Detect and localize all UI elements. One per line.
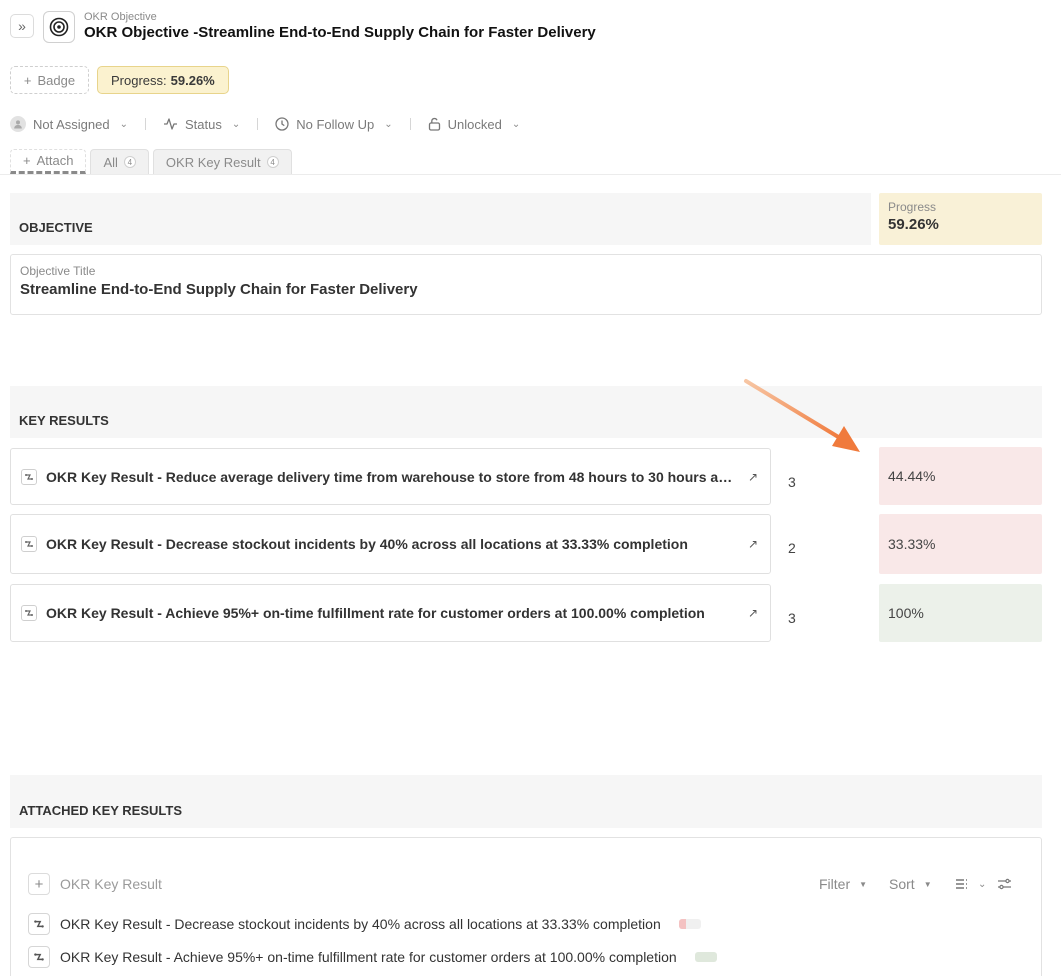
tab-label: OKR Key Result [165, 154, 261, 170]
double-chevron-right-icon: » [18, 18, 26, 34]
tab-label: All [103, 154, 118, 170]
tab-bar: + Attach All 4 OKR Key Result 4 [10, 149, 292, 174]
progress-field-label: Progress [888, 200, 937, 214]
key-result-count: 3 [788, 474, 796, 490]
objective-title-field[interactable]: Objective Title Streamline End-to-End Su… [10, 254, 1042, 315]
key-result-icon [21, 605, 37, 621]
lock-label: Unlocked [447, 116, 502, 132]
objective-title-value: Streamline End-to-End Supply Chain for F… [20, 281, 418, 298]
sliders-icon [998, 878, 1011, 890]
key-result-progress: 44.44% [879, 447, 1042, 505]
badge-label: Badge [37, 72, 76, 88]
key-result-icon [28, 913, 50, 935]
key-result-icon [28, 946, 50, 968]
unlock-icon [428, 117, 440, 131]
meta-row: Not Assigned ⌄ Status ⌄ No Follow Up ⌄ U… [10, 114, 520, 134]
settings-button[interactable] [997, 877, 1012, 891]
list-item-title: OKR Key Result - Achieve 95%+ on-time fu… [60, 949, 677, 965]
caret-down-icon: ▼ [923, 879, 932, 889]
key-result-percent: 33.33% [888, 536, 936, 552]
sort-label: Sort [889, 876, 915, 892]
key-result-card[interactable]: OKR Key Result - Achieve 95%+ on-time fu… [10, 584, 771, 642]
chevron-down-icon: ⌄ [384, 118, 393, 130]
annotation-arrow [744, 379, 860, 452]
clock-icon [275, 117, 289, 131]
list-item[interactable]: OKR Key Result - Achieve 95%+ on-time fu… [28, 946, 717, 968]
list-item[interactable]: OKR Key Result - Decrease stockout incid… [28, 913, 701, 935]
divider [409, 118, 411, 130]
expand-sidebar-button[interactable]: » [10, 14, 34, 38]
tab-count-badge: 4 [123, 156, 136, 168]
key-result-percent: 100% [888, 605, 924, 621]
page-title: OKR Objective -Streamline End-to-End Sup… [84, 24, 596, 41]
open-external-icon[interactable]: ↗ [746, 537, 760, 551]
filter-button[interactable]: Filter ▼ [819, 876, 867, 892]
objective-section-header: OBJECTIVE [10, 193, 871, 245]
key-result-title: OKR Key Result - Achieve 95%+ on-time fu… [46, 605, 705, 621]
progress-value: 59.26% [170, 72, 215, 88]
assignee-label: Not Assigned [33, 116, 110, 132]
chevron-down-icon: ⌄ [119, 118, 128, 130]
attach-button[interactable]: + Attach [10, 149, 87, 174]
plus-icon: + [23, 153, 31, 168]
assignee-dropdown[interactable]: Not Assigned ⌄ [10, 116, 128, 132]
key-result-card[interactable]: OKR Key Result - Reduce average delivery… [10, 448, 771, 505]
key-result-title: OKR Key Result - Decrease stockout incid… [46, 536, 688, 552]
key-result-progress: 100% [879, 584, 1042, 642]
chevron-down-icon: ⌄ [231, 118, 241, 130]
key-result-card[interactable]: OKR Key Result - Decrease stockout incid… [10, 514, 771, 574]
attach-label: Attach [36, 153, 74, 168]
view-options-button[interactable]: ⌄ [955, 877, 986, 891]
list-item-title: OKR Key Result - Decrease stockout incid… [60, 916, 661, 932]
key-results-section-header: KEY RESULTS [10, 386, 1042, 438]
add-badge-button[interactable]: + Badge [10, 66, 89, 94]
progress-field-value: 59.26% [888, 216, 939, 233]
target-icon [49, 17, 69, 37]
attached-section-header: ATTACHED KEY RESULTS [10, 775, 1042, 828]
user-avatar-icon [10, 116, 26, 132]
plus-icon: + [28, 873, 50, 895]
section-title: ATTACHED KEY RESULTS [19, 803, 182, 818]
progress-badge: Progress: 59.26% [97, 66, 229, 94]
add-key-result-button[interactable]: + OKR Key Result [28, 873, 162, 895]
key-result-title: OKR Key Result - Reduce average delivery… [46, 468, 736, 485]
open-external-icon[interactable]: ↗ [746, 606, 760, 620]
filter-label: Filter [819, 876, 851, 892]
mini-progress-bar [694, 952, 717, 962]
tab-okr-key-result[interactable]: OKR Key Result 4 [152, 149, 292, 174]
divider [257, 118, 259, 130]
key-result-progress: 33.33% [879, 514, 1042, 574]
tab-all[interactable]: All 4 [90, 149, 149, 174]
key-result-percent: 44.44% [888, 468, 936, 484]
chevron-down-icon: ⌄ [511, 118, 521, 130]
key-result-icon [21, 536, 37, 552]
plus-icon: + [23, 72, 32, 88]
section-title: OBJECTIVE [19, 220, 93, 235]
follow-up-dropdown[interactable]: No Follow Up ⌄ [275, 116, 393, 132]
key-result-icon [21, 468, 37, 485]
activity-icon [164, 118, 177, 130]
lock-dropdown[interactable]: Unlocked ⌄ [428, 116, 521, 132]
tab-divider [0, 174, 1061, 175]
key-result-count: 2 [788, 540, 796, 556]
caret-down-icon: ▼ [859, 879, 868, 889]
breadcrumb[interactable]: OKR Objective [84, 11, 157, 23]
sort-button[interactable]: Sort ▼ [889, 876, 932, 892]
objective-progress-field: Progress 59.26% [879, 193, 1042, 245]
objective-title-label: Objective Title [20, 264, 96, 278]
divider [145, 118, 146, 130]
follow-up-label: No Follow Up [296, 116, 375, 132]
mini-progress-bar [678, 919, 701, 929]
progress-label: Progress: [111, 72, 167, 88]
open-external-icon[interactable]: ↗ [746, 470, 760, 484]
chevron-down-icon: ⌄ [978, 878, 987, 890]
status-dropdown[interactable]: Status ⌄ [163, 117, 240, 132]
key-result-count: 3 [788, 610, 796, 626]
tab-count-badge: 4 [266, 156, 279, 168]
status-label: Status [185, 116, 222, 132]
objective-icon [43, 11, 75, 43]
list-view-icon [956, 879, 967, 889]
add-key-result-label: OKR Key Result [60, 876, 162, 892]
section-title: KEY RESULTS [19, 413, 109, 428]
